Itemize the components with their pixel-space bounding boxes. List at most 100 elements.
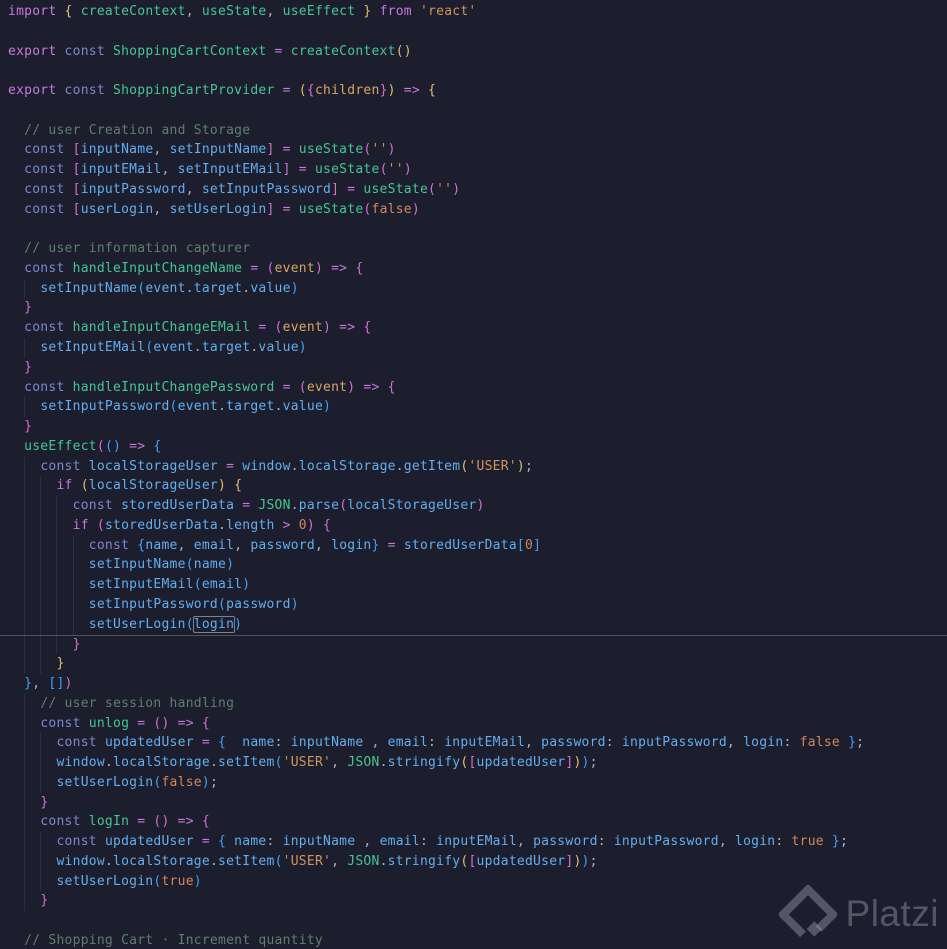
code-line[interactable]: // user session handling (0, 694, 947, 714)
code-token: ) (387, 142, 396, 158)
code-line[interactable]: } (0, 793, 947, 813)
indent-guide (40, 575, 56, 595)
code-line[interactable]: if (localStorageUser) { (0, 476, 947, 496)
code-line[interactable]: }, []) (0, 674, 947, 694)
code-line[interactable]: const [inputName, setInputName] = useSta… (0, 140, 947, 160)
indent-guide (40, 476, 56, 496)
code-line[interactable]: setInputPassword(password) (0, 595, 947, 615)
code-line[interactable]: setInputEMail(event.target.value) (0, 338, 947, 358)
code-line[interactable]: setUserLogin(true) (0, 872, 947, 892)
code-token: . (379, 755, 388, 771)
code-line[interactable] (0, 219, 947, 239)
code-line[interactable]: const handleInputChangeName = (event) =>… (0, 259, 947, 279)
code-token: ) (387, 83, 396, 99)
code-token: : (597, 834, 614, 850)
code-token: ) (193, 873, 202, 889)
code-token: const (64, 43, 114, 59)
code-line[interactable]: export const ShoppingCartProvider = ({ch… (0, 81, 947, 101)
code-line[interactable]: const updatedUser = { name: inputName , … (0, 832, 947, 852)
code-line[interactable]: const unlog = () => { (0, 714, 947, 734)
code-line[interactable] (0, 911, 947, 931)
code-token: inputEMail (436, 834, 517, 850)
code-token: value (258, 340, 299, 356)
code-line[interactable]: const [userLogin, setUserLogin] = useSta… (0, 200, 947, 220)
code-token: useState (363, 181, 429, 197)
code-token: ( (428, 181, 437, 197)
code-token: () (153, 814, 170, 830)
indent-guide (8, 476, 24, 496)
code-token: setUserLogin (56, 873, 154, 889)
code-line[interactable]: setInputName(name) (0, 555, 947, 575)
code-token: const (72, 498, 122, 514)
code-line[interactable]: export const ShoppingCartContext = creat… (0, 42, 947, 62)
code-line[interactable] (0, 61, 947, 81)
code-token: window (56, 853, 105, 869)
code-line[interactable]: setUserLogin(false); (0, 773, 947, 793)
code-line[interactable]: // user information capturer (0, 239, 947, 259)
code-line[interactable]: } (0, 298, 947, 318)
indent-guide (8, 397, 24, 417)
code-line[interactable]: const localStorageUser = window.localSto… (0, 457, 947, 477)
code-token: const (56, 735, 105, 751)
code-line[interactable]: } (0, 417, 947, 437)
code-line[interactable] (0, 22, 947, 42)
code-token: { (218, 834, 227, 850)
code-line[interactable]: } (0, 654, 947, 674)
indent-guide (8, 872, 24, 892)
code-line[interactable]: window.localStorage.setItem('USER', JSON… (0, 852, 947, 872)
code-line[interactable]: const storedUserData = JSON.parse(localS… (0, 496, 947, 516)
code-token: updatedUser (476, 853, 566, 869)
code-token: inputEMail (80, 162, 162, 178)
code-token: if (56, 478, 81, 494)
code-line[interactable]: const logIn = () => { (0, 812, 947, 832)
code-token: ; (209, 774, 219, 790)
code-token: => (169, 814, 194, 830)
code-line[interactable]: useEffect(() => { (0, 437, 947, 457)
indent-guide (8, 674, 24, 694)
code-line[interactable]: setInputPassword(event.target.value) (0, 397, 947, 417)
code-line[interactable]: setUserLogin(login) (0, 615, 947, 635)
code-token: () (104, 438, 122, 454)
code-token: { (347, 260, 364, 276)
code-line[interactable]: const {name, email, password, login} = s… (0, 536, 947, 556)
code-token: ( (298, 83, 307, 99)
indent-guide (40, 615, 56, 635)
indent-guide (8, 773, 24, 793)
code-line[interactable]: } (0, 358, 947, 378)
code-line[interactable]: window.localStorage.setItem('USER', JSON… (0, 753, 947, 773)
code-line[interactable]: } (0, 635, 947, 655)
code-token: const (24, 201, 73, 217)
code-token: { (193, 715, 210, 731)
code-line[interactable] (0, 101, 947, 121)
code-line[interactable]: setInputName(event.target.value) (0, 279, 947, 299)
code-line[interactable]: // user Creation and Storage (0, 121, 947, 141)
indent-guide (24, 536, 40, 556)
code-line[interactable]: const updatedUser = { name: inputName , … (0, 733, 947, 753)
code-token: ) (298, 340, 307, 356)
indent-guide (8, 457, 24, 477)
code-line[interactable]: if (storedUserData.length > 0) { (0, 516, 947, 536)
indent-guide (40, 555, 56, 575)
indent-guide (8, 417, 24, 437)
indent-guide (8, 694, 24, 714)
code-token: password (533, 834, 598, 850)
code-line[interactable]: const [inputEMail, setInputEMail] = useS… (0, 160, 947, 180)
code-line[interactable]: setInputEMail(email) (0, 575, 947, 595)
code-token: , (355, 834, 380, 850)
indent-guide (8, 298, 24, 318)
code-line[interactable]: // Shopping Cart · Increment quantity (0, 931, 947, 949)
code-token: ( (96, 438, 105, 454)
code-token: ; (589, 755, 598, 771)
code-token: setUserLogin (56, 774, 154, 790)
code-token: => (355, 379, 380, 395)
code-line[interactable]: const [inputPassword, setInputPassword] … (0, 180, 947, 200)
code-line[interactable]: import { createContext, useState, useEff… (0, 2, 947, 22)
code-line[interactable]: const handleInputChangeEMail = (event) =… (0, 318, 947, 338)
code-token: [ (468, 755, 477, 771)
code-token: event (145, 280, 186, 296)
indent-guide (40, 773, 56, 793)
code-line[interactable]: const handleInputChangePassword = (event… (0, 378, 947, 398)
code-editor[interactable]: import { createContext, useState, useEff… (0, 0, 947, 949)
code-line[interactable]: } (0, 891, 947, 911)
code-token: ) (290, 280, 299, 296)
